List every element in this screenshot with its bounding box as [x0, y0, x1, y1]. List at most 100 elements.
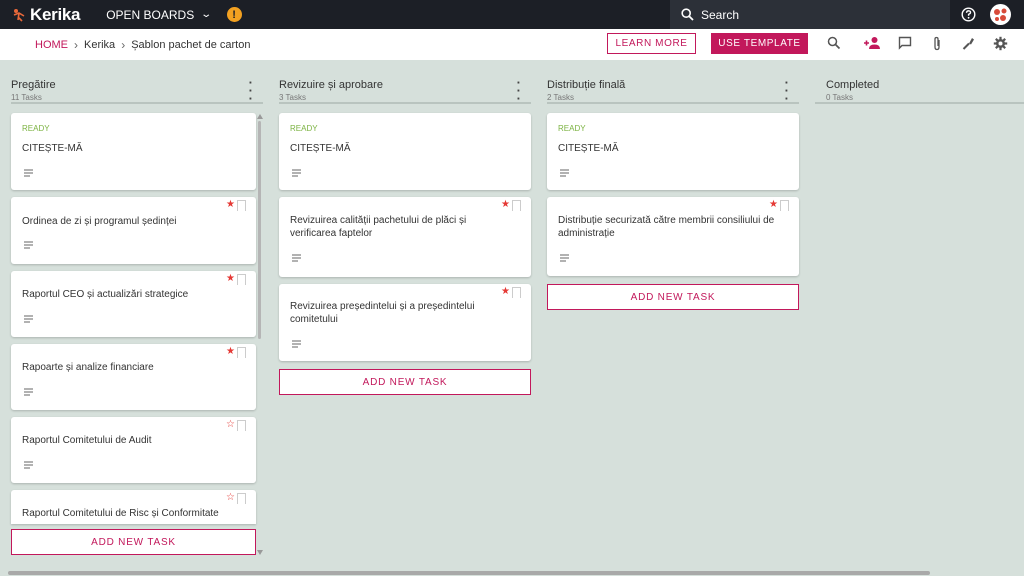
task-card[interactable]: ★ Raportul CEO și actualizări strategice	[11, 271, 256, 337]
bookmark-icon[interactable]	[237, 347, 246, 358]
task-card[interactable]: ☆ Raportul Comitetului de Risc și Confor…	[11, 490, 256, 524]
card-status: READY	[22, 124, 50, 133]
bookmark-icon[interactable]	[780, 200, 789, 211]
card-status: READY	[558, 124, 586, 133]
gear-icon[interactable]	[993, 36, 1008, 51]
card-title: Distribuție securizată către membrii con…	[558, 215, 775, 239]
column-title: Pregătire	[11, 79, 56, 91]
more-vert-icon[interactable]: · · ·	[785, 76, 789, 105]
bookmark-icon[interactable]	[237, 420, 246, 431]
learn-more-button[interactable]: LEARN MORE	[607, 33, 696, 54]
card-title: Raportul Comitetului de Risc și Conformi…	[22, 508, 219, 519]
card-title: Revizuirea calității pachetului de plăci…	[290, 215, 467, 239]
scroll-down-arrow-icon[interactable]	[257, 550, 263, 555]
star-icon[interactable]: ★	[226, 200, 235, 210]
add-new-task-button[interactable]: ADD NEW TASK	[547, 284, 799, 310]
task-card[interactable]: READY CITEȘTE-MĂ	[279, 113, 531, 190]
breadcrumb-workspace[interactable]: Kerika	[84, 39, 115, 51]
star-icon[interactable]: ★	[769, 200, 778, 210]
chevron-down-icon: ⌄	[200, 9, 213, 20]
search-box[interactable]: Search	[670, 0, 950, 29]
card-status: READY	[290, 124, 318, 133]
search-icon[interactable]	[827, 36, 841, 50]
task-card[interactable]: ★ Revizuirea calității pachetului de plă…	[279, 197, 531, 277]
card-title: CITEȘTE-MĂ	[290, 143, 351, 154]
user-avatar[interactable]	[990, 4, 1011, 25]
task-card[interactable]: ★ Revizuirea președintelui și a președin…	[279, 284, 531, 361]
search-icon	[681, 8, 694, 21]
bookmark-icon[interactable]	[512, 200, 521, 211]
breadcrumb-home[interactable]: HOME	[35, 39, 68, 51]
card-title: CITEȘTE-MĂ	[22, 143, 83, 154]
column-title: Completed	[826, 79, 880, 91]
column-header: Revizuire și aprobare 3 Tasks · · ·	[279, 74, 531, 105]
task-card[interactable]: ★ Rapoarte și analize financiare	[11, 344, 256, 410]
column-task-count: 2 Tasks	[547, 93, 574, 102]
task-card[interactable]: ★ Ordinea de zi și programul ședinței	[11, 197, 256, 264]
bookmark-icon[interactable]	[237, 200, 246, 211]
star-outline-icon[interactable]: ☆	[226, 493, 235, 503]
description-icon	[24, 241, 33, 249]
more-vert-icon[interactable]: · · ·	[249, 76, 253, 105]
column-header: Completed 0 Tasks	[815, 74, 1024, 104]
description-icon	[24, 315, 33, 323]
description-icon	[24, 169, 33, 177]
search-label: Search	[701, 7, 740, 22]
board-horizontal-scrollbar[interactable]	[8, 571, 930, 575]
description-icon	[560, 254, 569, 262]
description-icon	[292, 254, 301, 262]
open-boards-menu[interactable]: OPEN BOARDS ⌄	[106, 7, 213, 22]
bookmark-icon[interactable]	[237, 274, 246, 285]
task-card[interactable]: ☆ Raportul Comitetului de Audit	[11, 417, 256, 483]
breadcrumb-board: Șablon pachet de carton	[131, 38, 251, 51]
kerika-logo[interactable]: Kerika	[12, 5, 80, 25]
card-title: Rapoarte și analize financiare	[22, 362, 154, 373]
star-icon[interactable]: ★	[226, 347, 235, 357]
use-template-button[interactable]: USE TEMPLATE	[711, 33, 808, 54]
add-new-task-button[interactable]: ADD NEW TASK	[11, 529, 256, 555]
bookmark-icon[interactable]	[237, 493, 246, 504]
column-header: Distribuție finală 2 Tasks · · ·	[547, 74, 799, 105]
column-title: Revizuire și aprobare	[279, 79, 383, 91]
chevron-right-icon: ›	[121, 37, 126, 52]
card-title: Raportul Comitetului de Audit	[22, 435, 152, 446]
star-icon[interactable]: ★	[226, 274, 235, 284]
bookmark-icon[interactable]	[512, 287, 521, 298]
attachment-icon[interactable]	[932, 36, 942, 51]
description-icon	[292, 169, 301, 177]
add-person-icon[interactable]	[864, 36, 881, 50]
alert-icon[interactable]: !	[226, 7, 242, 22]
column-scrollbar[interactable]	[258, 121, 261, 339]
task-card[interactable]: READY CITEȘTE-MĂ	[547, 113, 799, 190]
alert-glyph: !	[232, 8, 236, 21]
column-header: Pregătire 11 Tasks · · ·	[11, 74, 263, 105]
wrench-icon[interactable]	[962, 36, 975, 50]
task-card[interactable]: ★ Distribuție securizată către membrii c…	[547, 197, 799, 276]
kerika-logo-icon	[13, 8, 25, 22]
description-icon	[24, 461, 33, 469]
task-card[interactable]: READY CITEȘTE-MĂ	[11, 113, 256, 190]
more-vert-icon[interactable]: · · ·	[517, 76, 521, 105]
star-icon[interactable]: ★	[501, 200, 510, 210]
description-icon	[560, 169, 569, 177]
avatar-image	[994, 8, 1007, 21]
column-title: Distribuție finală	[547, 79, 626, 91]
card-title: Revizuirea președintelui și a președinte…	[290, 301, 475, 325]
board-toolbar: HOME › Kerika › Șablon pachet de carton …	[0, 29, 1024, 60]
star-outline-icon[interactable]: ☆	[226, 420, 235, 430]
brand-name: Kerika	[30, 4, 81, 24]
description-icon	[292, 340, 301, 348]
card-title: Raportul CEO și actualizări strategice	[22, 289, 189, 300]
column-task-count: 3 Tasks	[279, 93, 306, 102]
star-icon[interactable]: ★	[501, 287, 510, 297]
scroll-up-arrow-icon[interactable]	[257, 114, 263, 119]
column-task-count: 0 Tasks	[826, 93, 853, 102]
chevron-right-icon: ›	[74, 37, 78, 52]
help-icon[interactable]	[961, 7, 976, 22]
open-boards-label: OPEN BOARDS	[106, 7, 195, 22]
breadcrumb: HOME › Kerika › Șablon pachet de carton	[35, 38, 250, 52]
add-new-task-button[interactable]: ADD NEW TASK	[279, 369, 531, 395]
column-task-count: 11 Tasks	[11, 93, 42, 102]
card-title: Ordinea de zi și programul ședinței	[22, 216, 177, 227]
chat-icon[interactable]	[898, 36, 912, 50]
